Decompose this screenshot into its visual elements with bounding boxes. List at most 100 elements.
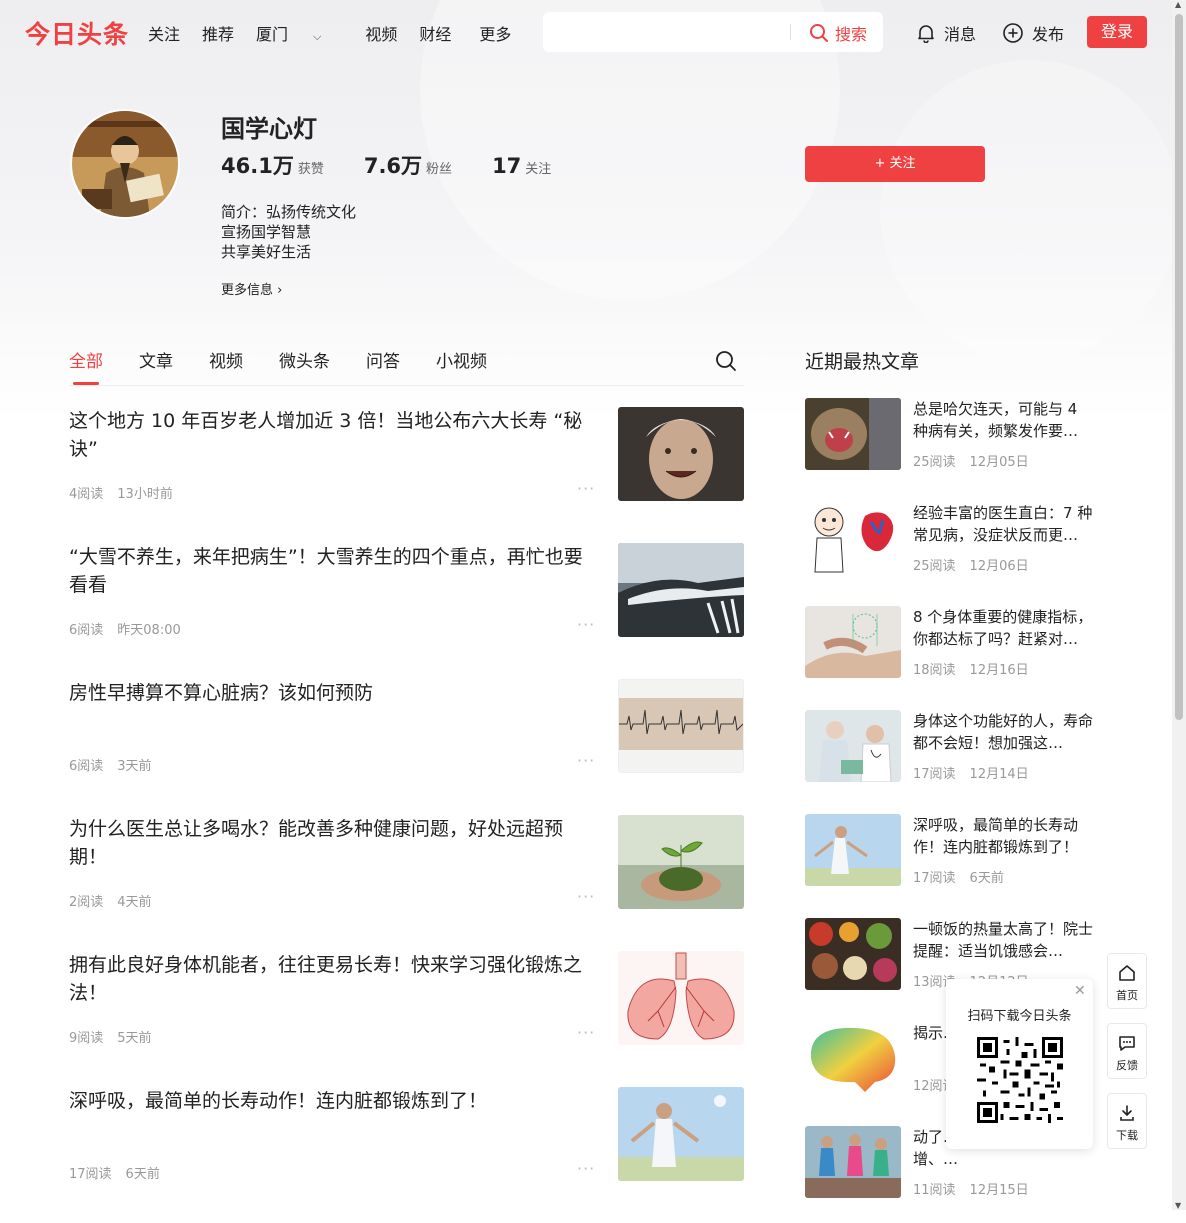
tab-qa[interactable]: 问答 (366, 347, 400, 372)
more-dots-icon[interactable]: ··· (577, 1159, 595, 1178)
hot-article-thumbnail[interactable] (805, 918, 901, 990)
hot-article[interactable]: 总是哈欠连天，可能与 4 种病有关，频繁发作要… 25阅读 12月05日 (805, 398, 1105, 474)
hot-article-title[interactable]: 一顿饭的热量太高了！院士提醒：适当饥饿感会… (913, 918, 1093, 962)
hot-article[interactable]: 8 个身体重要的健康指标，你都达标了吗？赶紧对… 18阅读 12月16日 (805, 606, 1105, 682)
nav-item-video[interactable]: 视频 (365, 21, 397, 45)
hot-article-title[interactable]: 身体这个功能好的人，寿命都不会短！想加强这… (913, 710, 1093, 754)
publish-date: 6天前 (969, 871, 1004, 886)
tab-short-videos[interactable]: 小视频 (436, 347, 487, 372)
main-nav: 关注 推荐 厦门 ⌵ 视频 财经 更多 (148, 21, 533, 45)
bio-line: 宣扬国学智慧 (221, 223, 312, 241)
home-tool-label: 首页 (1116, 989, 1138, 1002)
page-scrollbar[interactable]: ▲ ▼ (1172, 0, 1186, 1210)
toutiao-logo[interactable]: 今日头条 (25, 15, 129, 51)
feed-item[interactable]: 这个地方 10 年百岁老人增加近 3 倍！当地公布六大长寿 “秘诀” 4阅读 13… (69, 407, 744, 543)
feedback-tool-label: 反馈 (1116, 1059, 1138, 1072)
feed-item[interactable]: 深呼吸，最简单的长寿动作！连内脏都锻炼到了！ 17阅读 6天前 ··· (69, 1087, 744, 1223)
messages-button[interactable]: 消息 (916, 21, 976, 45)
nav-item-xiamen[interactable]: 厦门 ⌵ (256, 21, 343, 45)
publish-button[interactable]: 发布 (1002, 21, 1064, 45)
hot-article-thumbnail[interactable] (805, 502, 901, 574)
search-input[interactable] (555, 20, 779, 46)
hot-article-thumbnail[interactable] (805, 710, 901, 782)
more-dots-icon[interactable]: ··· (577, 1023, 595, 1042)
publish-time: 6天前 (125, 1167, 160, 1182)
nav-item-more[interactable]: 更多 (479, 21, 511, 45)
feed-title[interactable]: 拥有此良好身体机能者，往往更易长寿！快来学习强化锻炼之法！ (69, 951, 599, 1007)
feed-thumbnail[interactable] (618, 679, 744, 773)
hot-article-thumbnail[interactable] (805, 1126, 901, 1198)
feed-thumbnail[interactable] (618, 1087, 744, 1181)
read-count: 25阅读 (913, 559, 956, 574)
hot-article-thumbnail[interactable] (805, 606, 901, 678)
tab-videos[interactable]: 视频 (209, 347, 243, 372)
more-info-link[interactable]: 更多信息 › (221, 279, 282, 298)
download-tool-button[interactable]: 下载 (1107, 1093, 1147, 1149)
hot-article-thumbnail[interactable] (805, 1022, 901, 1094)
scroll-up-arrow-icon[interactable]: ▲ (1175, 0, 1181, 9)
hot-article[interactable]: 经验丰富的医生直白：7 种常见病，没症状反而更… 25阅读 12月06日 (805, 502, 1105, 578)
nav-item-recommend[interactable]: 推荐 (202, 21, 234, 45)
feedback-tool-button[interactable]: 反馈 (1107, 1023, 1147, 1079)
feed-meta: 6阅读 3天前 (69, 755, 166, 774)
more-dots-icon[interactable]: ··· (577, 887, 595, 906)
more-dots-icon[interactable]: ··· (577, 615, 595, 634)
feed-item[interactable]: 拥有此良好身体机能者，往往更易长寿！快来学习强化锻炼之法！ 9阅读 5天前 ··· (69, 951, 744, 1087)
read-count: 6阅读 (69, 759, 104, 774)
feed-thumbnail[interactable] (618, 951, 744, 1045)
feed-title[interactable]: 深呼吸，最简单的长寿动作！连内脏都锻炼到了！ (69, 1087, 599, 1115)
following-count[interactable]: 17 (492, 154, 521, 178)
read-count: 6阅读 (69, 623, 104, 638)
feed-thumbnail[interactable] (618, 407, 744, 501)
hot-article-title[interactable]: 深呼吸，最简单的长寿动作！连内脏都锻炼到了！ (913, 814, 1093, 858)
hot-article[interactable]: 身体这个功能好的人，寿命都不会短！想加强这… 17阅读 12月14日 (805, 710, 1105, 786)
hot-article-title[interactable]: 8 个身体重要的健康指标，你都达标了吗？赶紧对… (913, 606, 1093, 650)
fans-label[interactable]: 粉丝 (426, 158, 452, 177)
feed-title[interactable]: “大雪不养生，来年把病生”！大雪养生的四个重点，再忙也要看看 (69, 543, 599, 599)
hot-article-meta: 11阅读 12月15日 (913, 1179, 1043, 1198)
hot-articles-title: 近期最热文章 (805, 351, 920, 373)
more-dots-icon[interactable]: ··· (577, 479, 595, 498)
avatar (70, 109, 180, 219)
download-qr-popup: ✕ 扫码下载今日头条 (946, 979, 1093, 1149)
feed-title[interactable]: 为什么医生总让多喝水？能改善多种健康问题，好处远超预期！ (69, 815, 599, 871)
search-icon (810, 24, 828, 42)
feed-thumbnail[interactable] (618, 815, 744, 909)
tab-weitoutiao[interactable]: 微头条 (279, 347, 330, 372)
login-button[interactable]: 登录 (1087, 16, 1147, 48)
nav-item-finance[interactable]: 财经 (419, 21, 451, 45)
scrollbar-thumb[interactable] (1175, 14, 1183, 720)
fans-count[interactable]: 7.6万 (364, 150, 422, 180)
feed-title[interactable]: 房性早搏算不算心脏病？该如何预防 (69, 679, 599, 707)
scroll-down-arrow-icon[interactable]: ▼ (1175, 1201, 1181, 1210)
more-dots-icon[interactable]: ··· (577, 751, 595, 770)
hot-article-thumbnail[interactable] (805, 814, 901, 886)
feed-meta: 6阅读 昨天08:00 (69, 619, 195, 638)
hot-article-meta: 17阅读 6天前 (913, 867, 1018, 886)
nav-item-follow[interactable]: 关注 (148, 21, 180, 45)
feed-item[interactable]: 为什么医生总让多喝水？能改善多种健康问题，好处远超预期！ 2阅读 4天前 ··· (69, 815, 744, 951)
home-tool-button[interactable]: 首页 (1107, 953, 1147, 1009)
qr-code (977, 1037, 1063, 1123)
following-label[interactable]: 关注 (525, 158, 551, 177)
profile-bio: 简介：弘扬传统文化 宣扬国学智慧 共享美好生活 (221, 202, 356, 262)
hot-article-title[interactable]: 经验丰富的医生直白：7 种常见病，没症状反而更… (913, 502, 1093, 546)
feed-title[interactable]: 这个地方 10 年百岁老人增加近 3 倍！当地公布六大长寿 “秘诀” (69, 407, 599, 463)
feed-item[interactable]: “大雪不养生，来年把病生”！大雪养生的四个重点，再忙也要看看 6阅读 昨天08:0… (69, 543, 744, 679)
tab-all[interactable]: 全部 (69, 347, 103, 385)
follow-button[interactable]: + 关注 (805, 146, 985, 182)
tab-articles[interactable]: 文章 (139, 347, 173, 372)
hot-article-thumbnail[interactable] (805, 398, 901, 470)
search-divider (790, 24, 791, 40)
messages-label: 消息 (944, 25, 977, 44)
search-button[interactable]: 搜索 (809, 21, 867, 45)
close-icon[interactable]: ✕ (1074, 983, 1086, 999)
hot-article[interactable]: 深呼吸，最简单的长寿动作！连内脏都锻炼到了！ 17阅读 6天前 (805, 814, 1105, 890)
feed-item[interactable]: 房性早搏算不算心脏病？该如何预防 6阅读 3天前 ··· (69, 679, 744, 815)
tab-search-button[interactable] (715, 350, 737, 376)
feed-thumbnail[interactable] (618, 543, 744, 637)
publish-time: 4天前 (117, 895, 152, 910)
publish-date: 12月05日 (969, 455, 1029, 470)
hot-article-title[interactable]: 总是哈欠连天，可能与 4 种病有关，频繁发作要… (913, 398, 1093, 442)
download-icon (1120, 1105, 1134, 1121)
